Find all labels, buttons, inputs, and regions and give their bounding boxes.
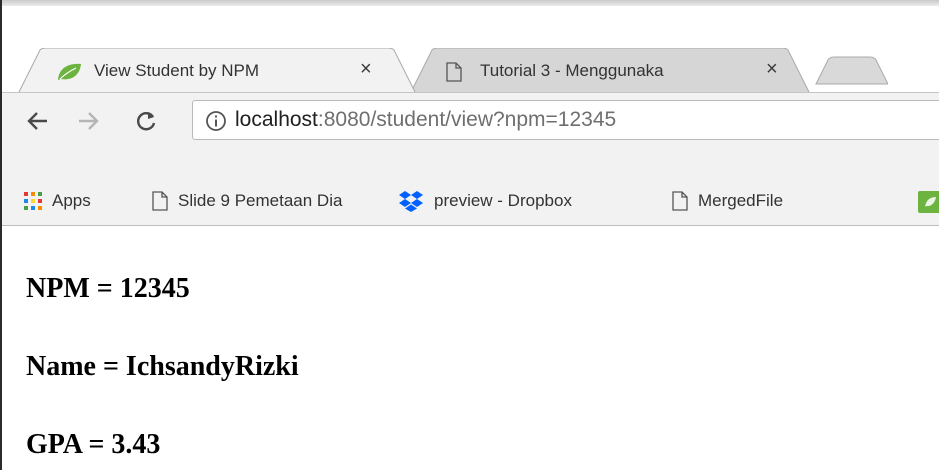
new-tab-button[interactable] — [808, 48, 888, 94]
leaf-icon — [925, 197, 936, 207]
name-heading: Name = IchsandyRizki — [26, 351, 299, 382]
bookmark-dropbox[interactable]: preview - Dropbox — [398, 186, 572, 216]
dropbox-icon — [399, 191, 423, 212]
window-left-edge — [0, 0, 2, 470]
arrow-right-icon — [79, 112, 99, 130]
address-bar[interactable]: localhost:8080/student/view?npm=12345 — [192, 100, 939, 140]
tab-strip: Tutorial 3 - Menggunaka × View Student b… — [2, 6, 939, 98]
spring-leaf-icon — [56, 62, 82, 87]
info-circle-icon[interactable] — [205, 110, 227, 137]
page-content: NPM = 12345 Name = IchsandyRizki GPA = 3… — [2, 227, 939, 470]
npm-heading: NPM = 12345 — [26, 273, 190, 304]
document-icon — [672, 191, 688, 211]
bookmark-label: MergedFile — [698, 191, 784, 210]
bookmark-label: Apps — [52, 191, 91, 210]
bookmarks-bar: Apps Slide 9 Pemetaan Dia preview - Drop… — [2, 176, 939, 226]
tab-label: Tutorial 3 - Menggunaka — [480, 61, 664, 80]
tab-close-icon[interactable]: × — [360, 59, 372, 79]
new-tab-shape — [815, 56, 888, 85]
reload-icon — [137, 112, 156, 131]
url-path: :8080/student/view?npm=12345 — [317, 108, 617, 131]
document-icon — [446, 62, 462, 87]
url-host: localhost — [235, 108, 318, 131]
browser-toolbar: localhost:8080/student/view?npm=12345 — [2, 92, 939, 186]
apps-grid-icon — [24, 192, 42, 210]
gpa-heading: GPA = 3.43 — [26, 429, 161, 460]
bookmark-apps[interactable]: Apps — [24, 186, 91, 216]
tab-tutorial-3[interactable]: Tutorial 3 - Menggunaka × — [410, 48, 830, 94]
arrow-left-icon — [27, 112, 47, 130]
bookmark-mergedfile[interactable]: MergedFile — [672, 186, 783, 216]
bookmark-slide-9[interactable]: Slide 9 Pemetaan Dia — [152, 186, 358, 216]
document-icon — [152, 191, 168, 211]
tab-close-icon[interactable]: × — [766, 59, 778, 79]
back-button[interactable] — [20, 103, 56, 139]
bookmark-label: Slide 9 Pemetaan Dia — [178, 191, 343, 210]
tab-view-student[interactable]: View Student by NPM × — [18, 48, 438, 94]
forward-button[interactable] — [70, 103, 106, 139]
url-text[interactable]: localhost:8080/student/view?npm=12345 — [235, 107, 616, 133]
reload-button[interactable] — [128, 103, 164, 139]
bookmark-overflow-icon[interactable] — [918, 191, 939, 213]
tab-label: View Student by NPM — [94, 61, 260, 80]
bookmark-label: preview - Dropbox — [434, 191, 572, 210]
